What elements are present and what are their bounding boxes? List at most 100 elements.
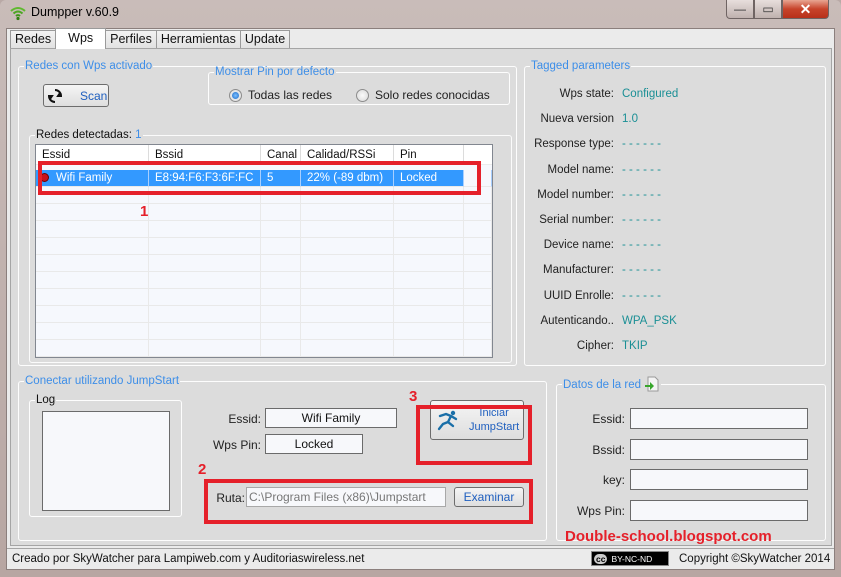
empty-cell: [464, 272, 492, 289]
empty-cell: [36, 255, 149, 272]
empty-cell: [36, 323, 149, 340]
cc-license-badge[interactable]: cc BY-NC-ND: [591, 551, 669, 566]
empty-table-row: [36, 255, 492, 272]
js-pin-label: Wps Pin:: [212, 438, 261, 452]
empty-cell: [394, 238, 464, 255]
radio-unselected-icon: [356, 88, 369, 102]
pin-default-legend: Mostrar Pin por defecto: [215, 66, 335, 78]
radio-solo-label: Solo redes conocidas: [375, 88, 490, 102]
empty-cell: [301, 255, 394, 272]
annotation-box-2: [204, 479, 533, 524]
empty-cell: [464, 306, 492, 323]
minimize-button[interactable]: —: [726, 0, 754, 19]
tagged-param-label: Manufacturer:: [543, 264, 614, 277]
empty-cell: [149, 221, 261, 238]
empty-cell: [394, 323, 464, 340]
tagged-param-value: WPA_PSK: [622, 314, 677, 327]
tagged-param-value: - - - - - -: [622, 163, 661, 176]
empty-table-row: [36, 204, 492, 221]
net-field-label: Essid:: [592, 412, 625, 426]
tagged-param-value: - - - - - -: [622, 138, 661, 151]
tagged-param-value: - - - - - -: [622, 214, 661, 226]
empty-table-row: [36, 323, 492, 340]
tagged-param-label: Model name:: [547, 163, 614, 176]
export-document-icon[interactable]: [644, 376, 660, 392]
radio-selected-icon: [229, 88, 242, 102]
empty-cell: [464, 323, 492, 340]
empty-cell: [301, 323, 394, 340]
wps-networks-legend: Redes con Wps activado: [25, 60, 153, 72]
copyright-text: Copyright ©SkyWatcher 2014: [679, 553, 831, 565]
empty-cell: [149, 340, 261, 357]
net-field-input[interactable]: [630, 408, 808, 429]
maximize-icon: ▭: [762, 2, 774, 16]
empty-cell: [464, 204, 492, 221]
maximize-button[interactable]: ▭: [754, 0, 782, 19]
tab-redes[interactable]: Redes: [10, 30, 57, 49]
tab-bar: Redes Wps Perfiles Herramientas Update: [10, 28, 291, 49]
tagged-param-value: 1.0: [622, 113, 638, 126]
radio-todas-las-redes[interactable]: Todas las redes: [229, 88, 332, 102]
empty-cell: [394, 204, 464, 221]
tagged-param-value: - - - - - -: [622, 239, 661, 252]
window-title: Dumpper v.60.9: [31, 5, 120, 19]
detected-label: Redes detectadas:: [36, 129, 132, 141]
cc-icon: cc: [594, 553, 608, 564]
title-bar[interactable]: Dumpper v.60.9 — ▭ ✕: [0, 0, 841, 28]
empty-cell: [149, 238, 261, 255]
tab-perfiles[interactable]: Perfiles: [105, 30, 157, 49]
license-text: BY-NC-ND: [611, 553, 653, 564]
tagged-param-value: Configured: [622, 88, 679, 100]
log-group: Log: [29, 394, 182, 517]
close-button[interactable]: ✕: [782, 0, 829, 19]
net-field-label: Wps Pin:: [576, 503, 625, 518]
empty-cell: [36, 238, 149, 255]
tagged-param-label: Response type:: [534, 138, 614, 151]
wps-tab-panel: Redes con Wps activado Scan Mostrar Pin …: [10, 48, 832, 546]
empty-cell: [394, 221, 464, 238]
jumpstart-legend: Conectar utilizando JumpStart: [25, 375, 180, 387]
empty-cell: [36, 289, 149, 306]
empty-cell: [36, 204, 149, 221]
empty-cell: [301, 204, 394, 221]
scan-button[interactable]: Scan: [43, 84, 109, 107]
empty-cell: [149, 306, 261, 323]
js-pin-field[interactable]: Locked: [265, 434, 363, 454]
empty-cell: [36, 272, 149, 289]
empty-table-row: [36, 340, 492, 357]
radio-solo-redes-conocidas[interactable]: Solo redes conocidas: [356, 88, 490, 102]
tagged-parameters-legend: Tagged parameters: [531, 60, 631, 72]
log-textarea[interactable]: [42, 411, 170, 511]
tagged-param-value: - - - - - -: [622, 188, 661, 201]
net-field-input[interactable]: [630, 469, 808, 490]
empty-cell: [261, 272, 301, 289]
net-field-input[interactable]: [630, 438, 808, 460]
net-field-input[interactable]: [630, 499, 808, 521]
empty-cell: [464, 255, 492, 272]
annotation-box-3: [416, 405, 532, 465]
tagged-parameters-group: Tagged parameters Wps state: Configured Nu…: [524, 60, 826, 366]
annotation-number-3: 3: [409, 388, 418, 405]
annotation-number-1: 1: [140, 203, 149, 220]
wifi-app-icon: [10, 7, 26, 21]
empty-table-row: [36, 238, 492, 255]
js-essid-field[interactable]: Wifi Family: [265, 408, 397, 428]
empty-table-row: [36, 289, 492, 306]
empty-cell: [394, 289, 464, 306]
empty-cell: [301, 306, 394, 323]
tagged-param-value: - - - - - -: [622, 289, 661, 302]
tab-wps[interactable]: Wps: [55, 28, 107, 49]
empty-cell: [261, 255, 301, 272]
window-frame: Dumpper v.60.9 — ▭ ✕ Redes Wps Perfiles …: [0, 0, 841, 577]
empty-cell: [261, 306, 301, 323]
empty-cell: [301, 289, 394, 306]
wps-networks-group: Redes con Wps activado Scan Mostrar Pin …: [18, 60, 517, 366]
tab-herramientas[interactable]: Herramientas: [155, 30, 241, 49]
tagged-param-label: UUID Enrolle:: [543, 289, 614, 302]
empty-cell: [149, 289, 261, 306]
detected-networks-legend: Redes detectadas: 1: [35, 129, 143, 141]
empty-cell: [261, 340, 301, 357]
tab-update[interactable]: Update: [239, 30, 291, 49]
empty-cell: [394, 255, 464, 272]
empty-cell: [464, 238, 492, 255]
